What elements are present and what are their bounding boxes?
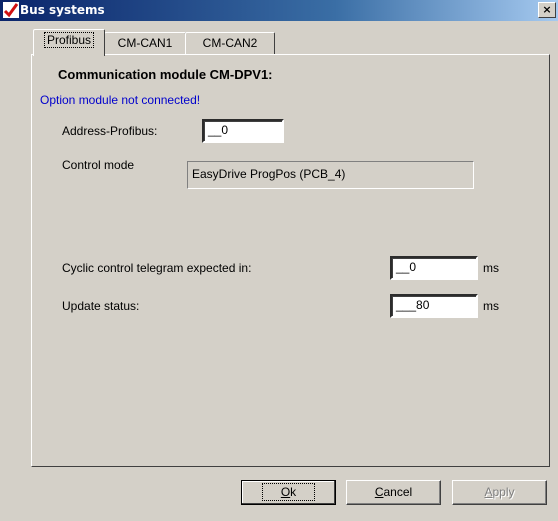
update-status-label: Update status:: [62, 299, 140, 313]
tab-label: CM-CAN1: [117, 36, 173, 50]
address-label: Address-Profibus:: [62, 124, 158, 138]
update-status-input[interactable]: ___80: [390, 294, 478, 318]
tab-profibus[interactable]: Profibus: [33, 29, 105, 56]
close-button[interactable]: ×: [538, 2, 556, 18]
window-title: Bus systems: [20, 3, 105, 17]
control-mode-value: EasyDrive ProgPos (PCB_4): [187, 161, 474, 189]
module-heading: Communication module CM-DPV1:: [58, 67, 273, 82]
ok-label: Ok: [261, 483, 316, 501]
cyclic-telegram-input[interactable]: __0: [390, 256, 478, 280]
apply-label: Apply: [484, 485, 515, 499]
apply-button[interactable]: Apply: [452, 480, 547, 505]
close-icon: ×: [542, 3, 552, 16]
address-profibus-input[interactable]: __0: [202, 119, 284, 143]
ok-button[interactable]: Ok: [241, 480, 336, 505]
cyclic-unit: ms: [483, 261, 499, 275]
control-mode-label: Control mode: [62, 158, 135, 172]
cancel-button[interactable]: Cancel: [346, 480, 441, 505]
tab-cm-can1[interactable]: CM-CAN1: [104, 32, 186, 55]
tab-label: Profibus: [43, 32, 95, 48]
status-warning: Option module not connected!: [40, 93, 201, 107]
cancel-label: Cancel: [374, 485, 413, 499]
title-bar: Bus systems ×: [0, 0, 558, 21]
profibus-panel: Communication module CM-DPV1: Option mod…: [31, 54, 550, 467]
cyclic-telegram-label: Cyclic control telegram expected in:: [62, 261, 252, 275]
tab-label: CM-CAN2: [202, 36, 258, 50]
tab-cm-can2[interactable]: CM-CAN2: [185, 32, 275, 55]
app-icon: [3, 2, 19, 18]
update-unit: ms: [483, 299, 499, 313]
